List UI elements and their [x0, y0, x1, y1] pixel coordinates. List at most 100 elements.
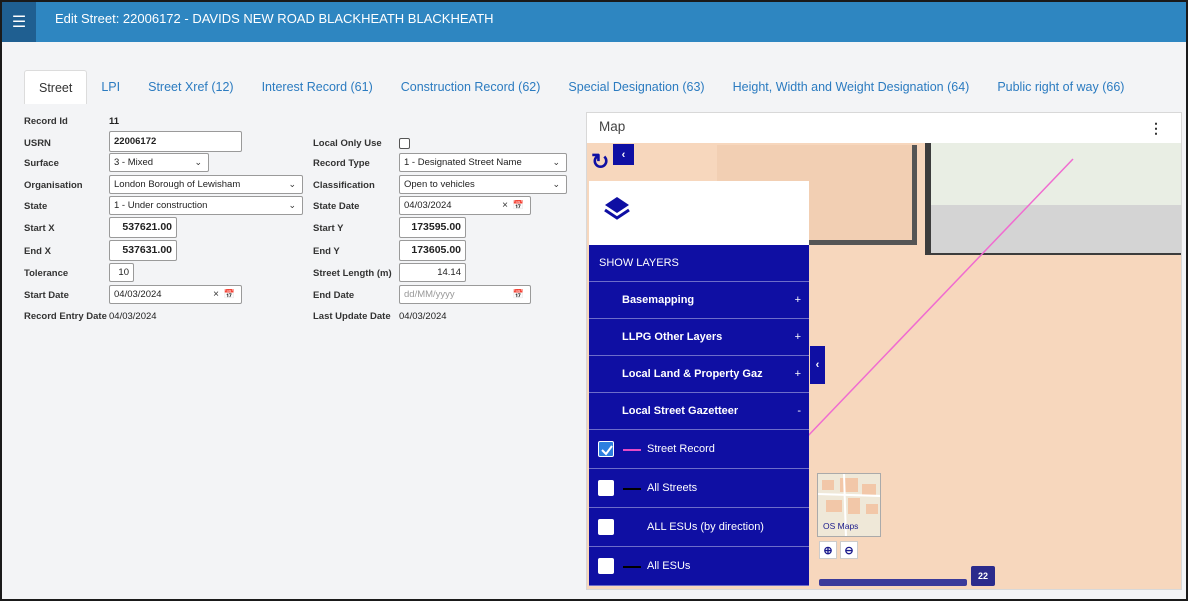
state-label: State [24, 201, 48, 212]
tab-street[interactable]: Street [24, 70, 88, 104]
layer-checkbox[interactable] [598, 480, 614, 496]
page-title: Edit Street: 22006172 - DAVIDS NEW ROAD … [55, 11, 494, 26]
classification-select[interactable]: Open to vehicles ⌄ [399, 175, 567, 194]
show-layers-label: SHOW LAYERS [599, 257, 679, 269]
zoom-out-icon: ⊖ [844, 544, 854, 557]
chevron-down-icon: ⌄ [288, 179, 296, 189]
state-select[interactable]: 1 - Under construction ⌄ [109, 196, 303, 215]
street-length-input[interactable]: 14.14 [399, 263, 466, 282]
street-length-label: Street Length (m) [313, 268, 392, 279]
layer-group-llpg-other[interactable]: LLPG Other Layers + [589, 319, 809, 356]
map-title: Map [599, 119, 626, 134]
check-icon [601, 445, 613, 456]
layers-icon [603, 195, 631, 223]
top-bar: ☰ Edit Street: 22006172 - DAVIDS NEW ROA… [2, 2, 1186, 42]
tab-height-width-weight[interactable]: Height, Width and Weight Designation (64… [719, 70, 984, 104]
layers-header [589, 181, 809, 246]
last-update-date-label: Last Update Date [313, 311, 391, 322]
tolerance-input[interactable]: 10 [109, 263, 134, 282]
tab-public-right-of-way[interactable]: Public right of way (66) [983, 70, 1138, 104]
layer-group-local-street-gazetteer[interactable]: Local Street Gazetteer - [589, 393, 809, 430]
layer-checkbox[interactable] [598, 558, 614, 574]
organisation-label: Organisation [24, 180, 83, 191]
layer-street-record[interactable]: Street Record [589, 430, 809, 469]
calendar-icon[interactable]: 📅 [513, 286, 524, 303]
end-date-picker[interactable]: dd/MM/yyyy 📅 [399, 285, 531, 304]
layer-all-streets[interactable]: All Streets [589, 469, 809, 508]
layer-label: Street Record [647, 443, 715, 455]
chevron-down-icon: ⌄ [288, 200, 296, 210]
record-type-select[interactable]: 1 - Designated Street Name ⌄ [399, 153, 567, 172]
more-options-icon[interactable]: ⋮ [1149, 120, 1163, 137]
street-record-line [804, 158, 1074, 440]
clear-icon[interactable]: × [502, 197, 508, 214]
end-x-label: End X [24, 246, 51, 257]
layer-label: ALL ESUs (by direction) [647, 521, 764, 533]
layer-group-label: Local Land & Property Gaz [622, 368, 763, 380]
layer-checkbox[interactable] [598, 519, 614, 535]
tolerance-label: Tolerance [24, 268, 69, 279]
calendar-icon[interactable]: 📅 [224, 286, 235, 303]
expand-icon: + [794, 331, 801, 343]
start-x-label: Start X [24, 223, 55, 234]
clear-icon[interactable]: × [213, 286, 219, 303]
end-x-input[interactable]: 537631.00 [109, 240, 177, 261]
classification-value: Open to vehicles [404, 179, 475, 190]
tab-special-designation[interactable]: Special Designation (63) [554, 70, 718, 104]
state-value: 1 - Under construction [114, 200, 208, 211]
classification-label: Classification [313, 180, 375, 191]
chevron-left-icon: ‹ [621, 148, 626, 161]
collapse-icon: - [797, 405, 801, 417]
layer-label: All ESUs [647, 560, 691, 572]
collapse-layers-button[interactable]: ‹ [613, 144, 634, 165]
state-date-picker[interactable]: 04/03/2024 × 📅 [399, 196, 531, 215]
refresh-icon[interactable]: ↻ [591, 149, 615, 177]
record-tabs: Street LPI Street Xref (12) Interest Rec… [24, 70, 1138, 104]
surface-label: Surface [24, 158, 59, 169]
layer-group-basemapping[interactable]: Basemapping + [589, 282, 809, 319]
hamburger-menu-button[interactable]: ☰ [2, 2, 36, 42]
basemap-thumbnail[interactable]: OS Maps [817, 473, 881, 537]
end-date-label: End Date [313, 290, 355, 301]
expand-icon: + [794, 368, 801, 380]
scale-badge: 22 [971, 566, 995, 586]
end-date-placeholder: dd/MM/yyyy [404, 289, 455, 300]
local-only-use-label: Local Only Use [313, 138, 382, 149]
layer-group-label: Local Street Gazetteer [622, 405, 739, 417]
start-date-value: 04/03/2024 [114, 289, 162, 300]
organisation-select[interactable]: London Borough of Lewisham ⌄ [109, 175, 303, 194]
start-y-input[interactable]: 173595.00 [399, 217, 466, 238]
end-y-input[interactable]: 173605.00 [399, 240, 466, 261]
app-window: ☰ Edit Street: 22006172 - DAVIDS NEW ROA… [0, 0, 1188, 601]
layer-group-local-land-property[interactable]: Local Land & Property Gaz + [589, 356, 809, 393]
zoom-out-button[interactable]: ⊖ [840, 541, 858, 559]
chevron-left-icon: ‹ [815, 359, 820, 371]
start-x-input[interactable]: 537621.00 [109, 217, 177, 238]
tab-construction-record[interactable]: Construction Record (62) [387, 70, 555, 104]
calendar-icon[interactable]: 📅 [513, 197, 524, 214]
toggle-layer-panel-button[interactable]: ‹ [810, 346, 825, 384]
layer-line-swatch [623, 566, 641, 568]
chevron-down-icon: ⌄ [552, 157, 560, 167]
tab-street-xref[interactable]: Street Xref (12) [134, 70, 247, 104]
start-date-picker[interactable]: 04/03/2024 × 📅 [109, 285, 242, 304]
tab-interest-record[interactable]: Interest Record (61) [248, 70, 387, 104]
record-entry-date-label: Record Entry Date [24, 311, 107, 322]
zoom-in-button[interactable]: ⊕ [819, 541, 837, 559]
usrn-label: USRN [24, 138, 51, 149]
chevron-down-icon: ⌄ [552, 179, 560, 189]
layer-all-esus[interactable]: All ESUs [589, 547, 809, 586]
layer-all-esus-direction[interactable]: ALL ESUs (by direction) [589, 508, 809, 547]
layer-group-label: Basemapping [622, 294, 695, 306]
scale-bar [819, 579, 967, 586]
usrn-input[interactable]: 22006172 [109, 131, 242, 152]
start-date-label: Start Date [24, 290, 69, 301]
layer-checkbox[interactable] [598, 441, 614, 457]
local-only-use-checkbox[interactable] [399, 138, 410, 149]
surface-select[interactable]: 3 - Mixed ⌄ [109, 153, 209, 172]
start-y-label: Start Y [313, 223, 344, 234]
record-entry-date-value: 04/03/2024 [109, 311, 157, 322]
surface-value: 3 - Mixed [114, 157, 154, 168]
tab-lpi[interactable]: LPI [87, 70, 134, 104]
layer-line-swatch [623, 488, 641, 490]
